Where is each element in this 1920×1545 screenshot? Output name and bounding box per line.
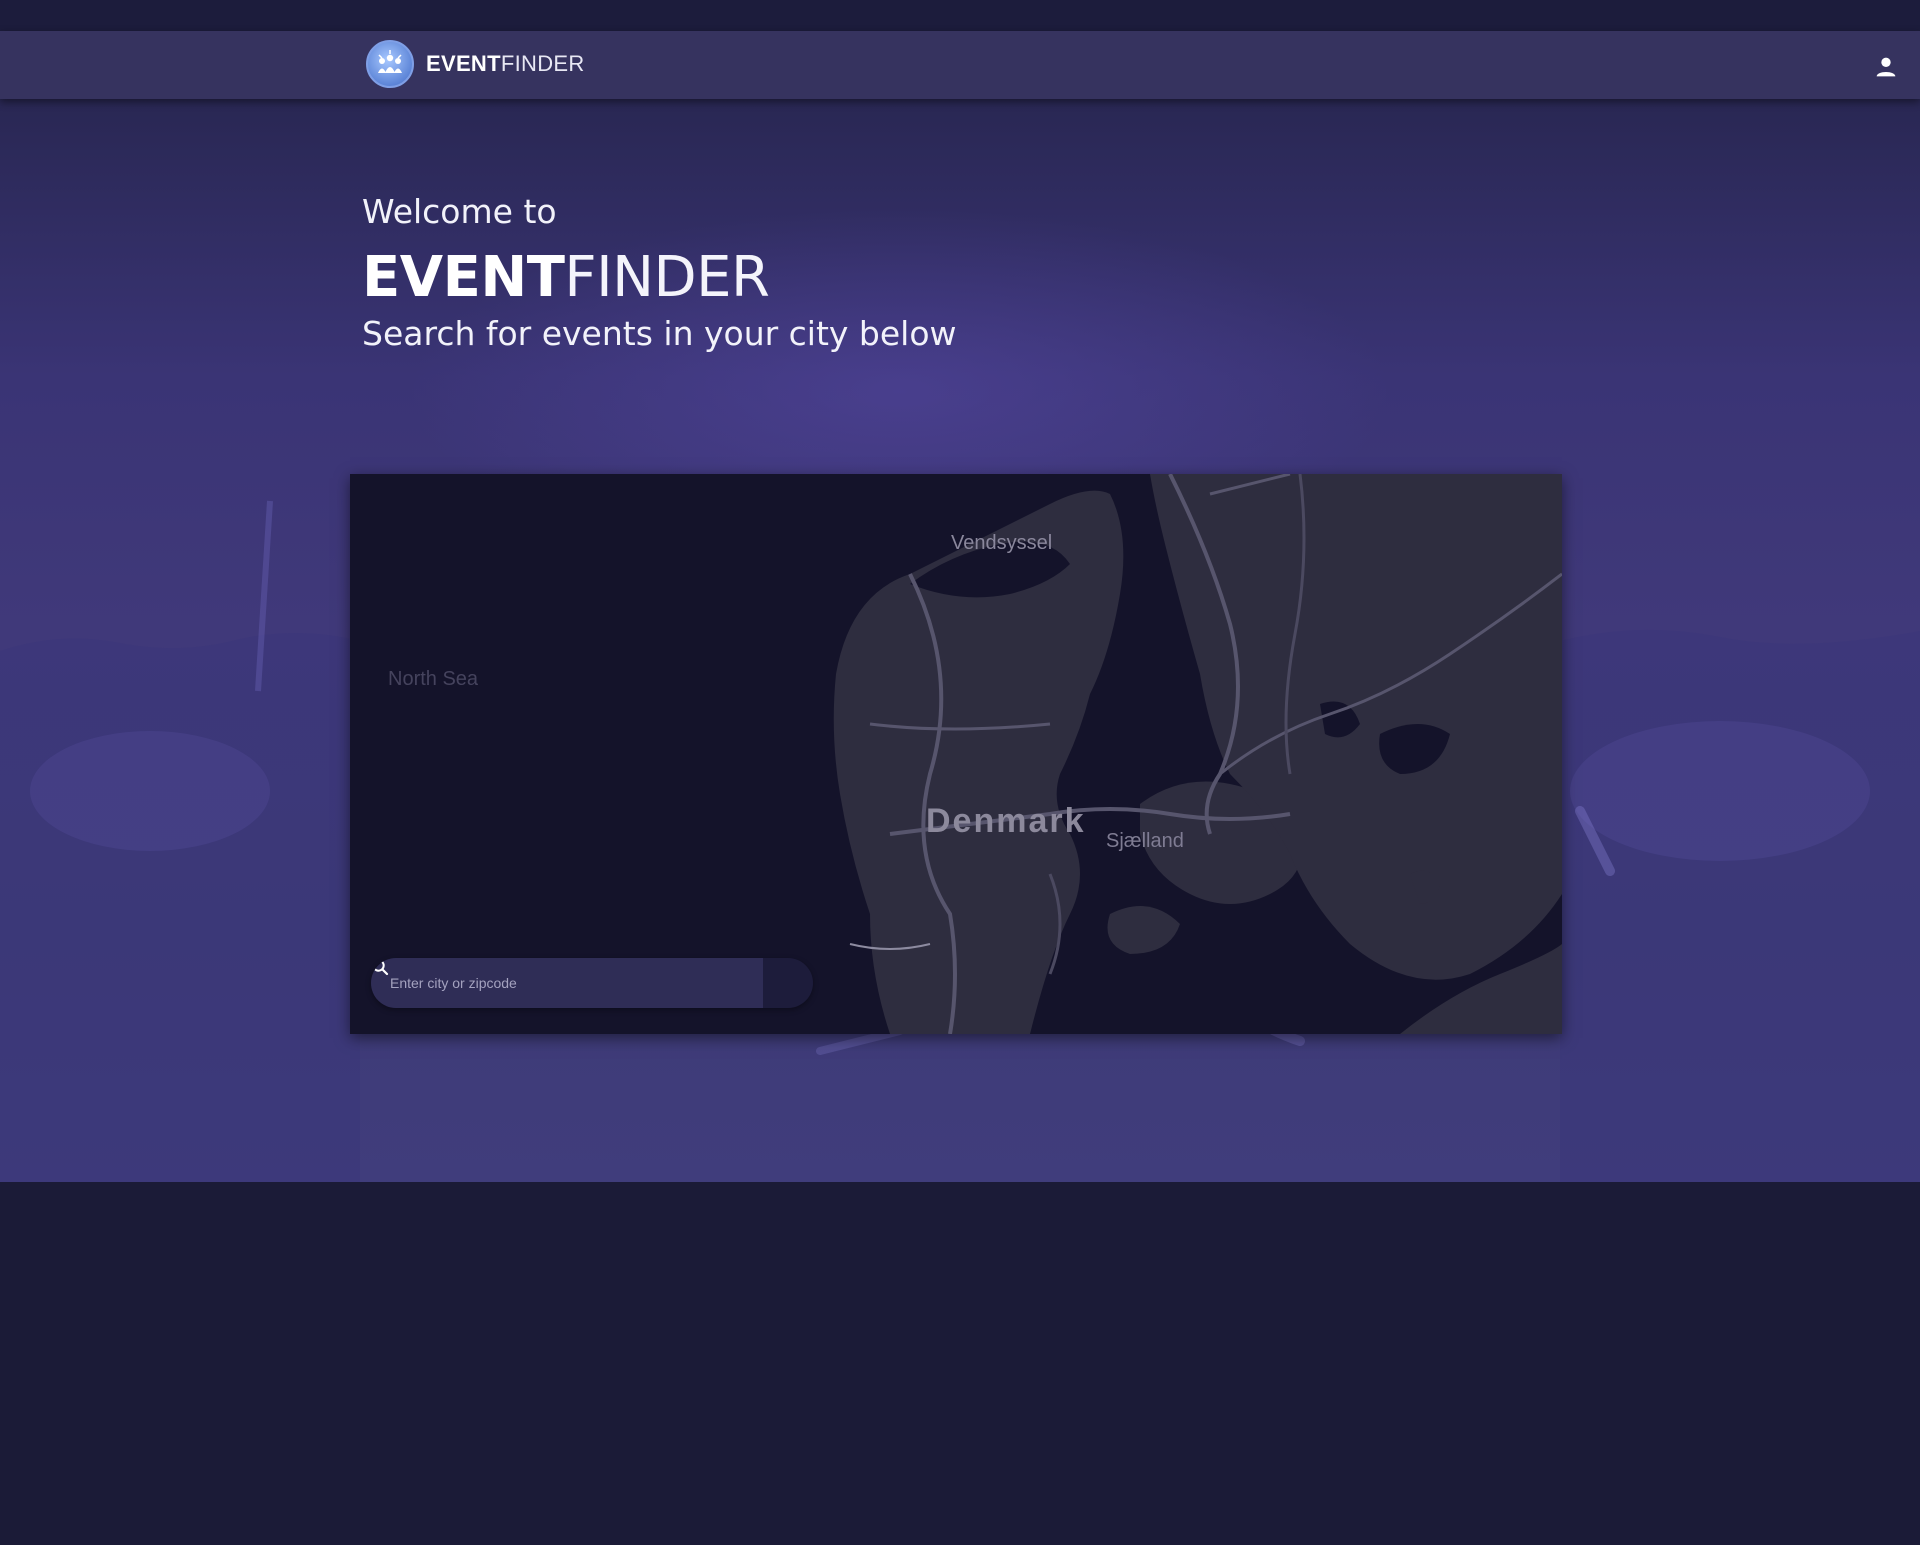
page-title: EVENTFINDER bbox=[362, 241, 957, 315]
brand-name-bold: EVENT bbox=[426, 51, 501, 76]
map-label-north-sea: North Sea bbox=[388, 668, 479, 690]
page-title-thin: FINDER bbox=[564, 245, 770, 310]
top-navbar: EVENTFINDER bbox=[0, 31, 1920, 99]
event-crowd-logo-icon bbox=[366, 40, 414, 88]
brand-name-thin: FINDER bbox=[500, 51, 585, 76]
top-strip bbox=[0, 0, 1920, 31]
map-label-denmark: Denmark bbox=[926, 802, 1086, 840]
hero-subtitle: Search for events in your city below bbox=[362, 314, 957, 353]
brand-name: EVENTFINDER bbox=[426, 51, 585, 77]
brand-home-link[interactable]: EVENTFINDER bbox=[366, 39, 585, 89]
user-icon[interactable] bbox=[1872, 53, 1900, 81]
search-button[interactable] bbox=[372, 958, 813, 1008]
hero-heading: Welcome to EVENTFINDER Search for events… bbox=[362, 189, 957, 357]
welcome-text: Welcome to bbox=[362, 192, 557, 231]
map-tiles bbox=[350, 474, 1562, 1034]
city-search-bar bbox=[371, 958, 813, 1008]
events-map[interactable]: North Sea Vendsyssel Denmark Sjælland bbox=[350, 474, 1562, 1034]
search-icon bbox=[372, 959, 389, 976]
page-title-bold: EVENT bbox=[362, 245, 565, 310]
map-label-sjaelland: Sjælland bbox=[1106, 830, 1184, 852]
city-search-input[interactable] bbox=[371, 958, 763, 1008]
map-label-vendsyssel: Vendsyssel bbox=[951, 532, 1053, 554]
